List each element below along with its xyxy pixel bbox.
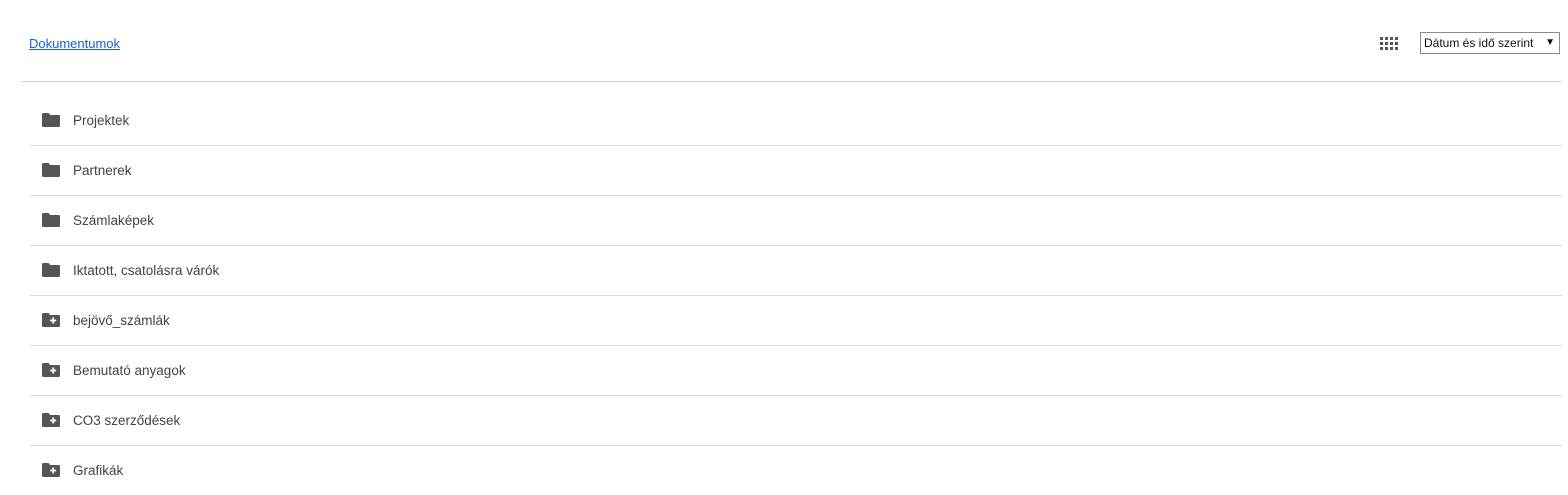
folder-row[interactable]: Grafikák <box>30 446 1562 495</box>
folder-icon <box>42 163 60 177</box>
folder-label: Partnerek <box>73 163 132 178</box>
folder-icon <box>42 113 60 127</box>
folder-row[interactable]: Bemutató anyagok <box>30 346 1562 396</box>
folder-icon <box>42 213 60 227</box>
folder-plus-icon <box>42 313 60 327</box>
folder-row[interactable]: Számlaképek <box>30 196 1562 246</box>
folder-list: Projektek Partnerek Számlaképek Iktatott, c… <box>30 96 1562 495</box>
sort-order-value: Dátum és idő szerint <box>1424 36 1534 50</box>
folder-row[interactable]: bejövő_számlák <box>30 296 1562 346</box>
folder-row[interactable]: Projektek <box>30 96 1562 146</box>
folder-label: Iktatott, csatolásra várók <box>73 263 220 278</box>
folder-label: Számlaképek <box>73 213 155 228</box>
toolbar-header: Dokumentumok Dátum és idő szerint ▼ <box>21 0 1562 82</box>
folder-label: Grafikák <box>73 463 124 478</box>
sort-order-select[interactable]: Dátum és idő szerint ▼ <box>1420 32 1560 54</box>
folder-label: Bemutató anyagok <box>73 363 186 378</box>
folder-label: Projektek <box>73 113 130 128</box>
folder-plus-icon <box>42 363 60 377</box>
folder-row[interactable]: Iktatott, csatolásra várók <box>30 246 1562 296</box>
folder-plus-icon <box>42 413 60 427</box>
dropdown-arrow-icon: ▼ <box>1545 37 1555 48</box>
folder-icon <box>42 263 60 277</box>
folder-row[interactable]: CO3 szerződések <box>30 396 1562 446</box>
folder-row[interactable]: Partnerek <box>30 146 1562 196</box>
folder-label: bejövő_számlák <box>73 313 170 328</box>
folder-plus-icon <box>42 463 60 477</box>
folder-label: CO3 szerződések <box>73 413 181 428</box>
grid-view-icon[interactable] <box>1380 37 1398 51</box>
breadcrumb-documents-link[interactable]: Dokumentumok <box>29 36 120 52</box>
